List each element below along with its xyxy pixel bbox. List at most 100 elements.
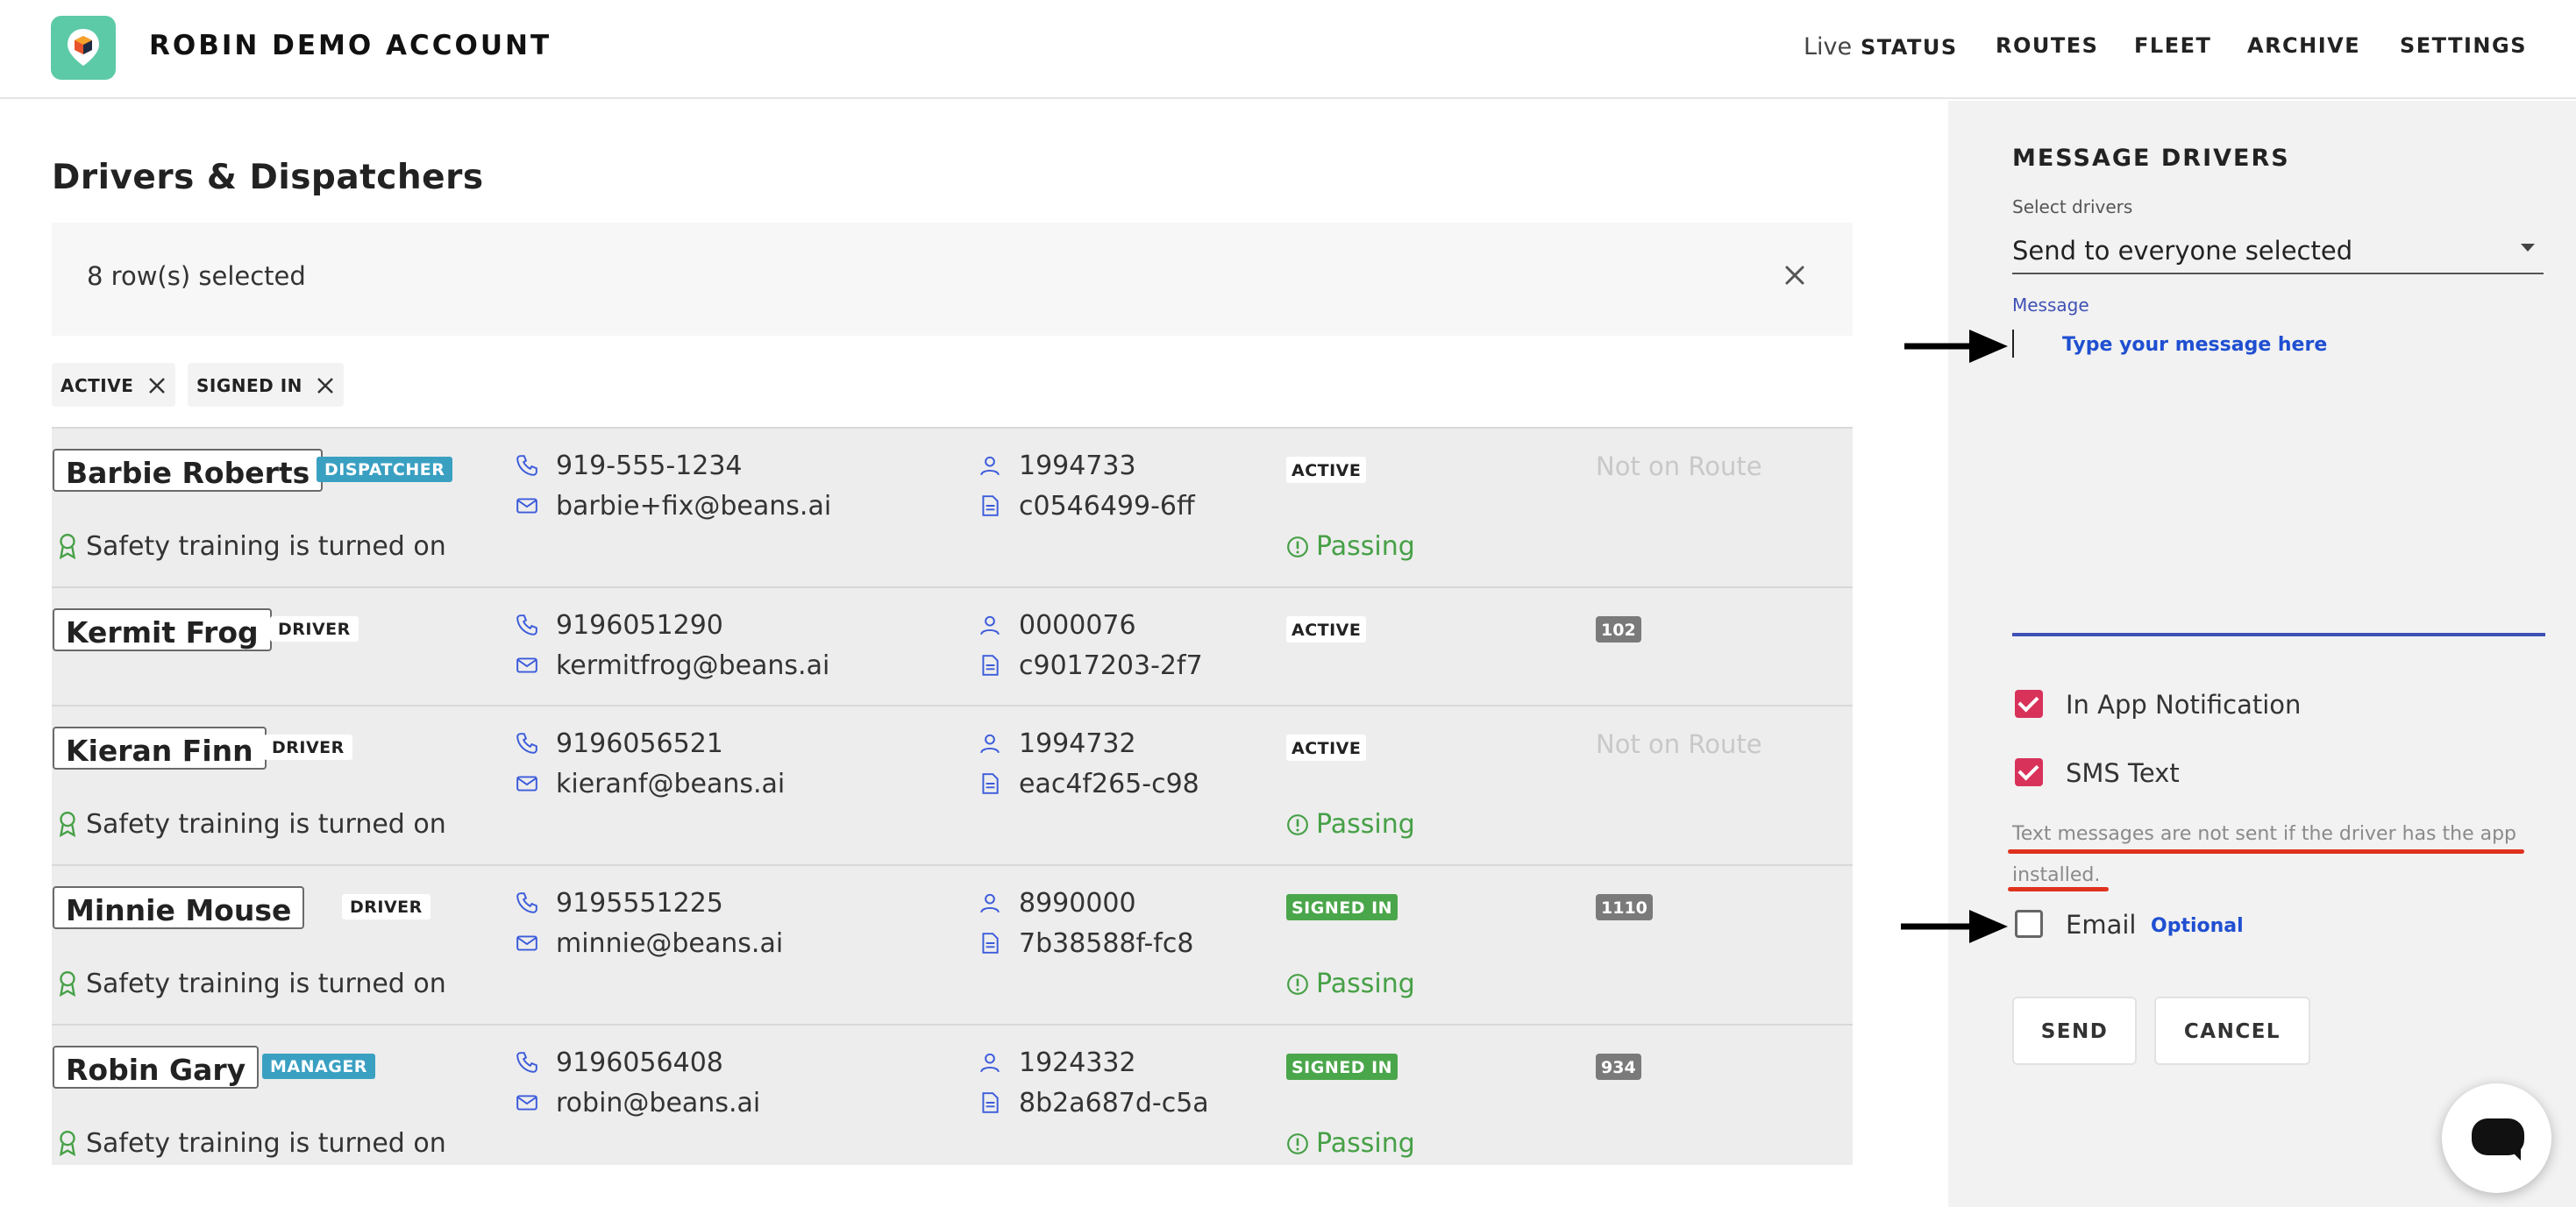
text-cursor [2012,330,2014,358]
phone-value: 919-555-1234 [556,451,743,481]
employee-id-field: 1994732 [978,728,1136,759]
device-id-field: eac4f265-c98 [978,769,1199,799]
email-value: kieranf@beans.ai [556,769,786,799]
driver-name[interactable]: Kermit Frog [53,608,272,651]
driver-name[interactable]: Barbie Roberts [53,449,324,492]
phone-field: 9196056408 [516,1047,723,1078]
select-drivers-value: Send to everyone selected [2012,236,2353,266]
safety-training-note: Safety training is turned on [56,969,446,999]
employee-id-value: 1994733 [1019,451,1136,481]
email-field: barbie+fix@beans.ai [516,491,831,522]
route-badge[interactable]: 102 [1596,616,1641,643]
passing-text: Passing [1316,531,1415,562]
driver-name[interactable]: Robin Gary [53,1046,260,1089]
passing-status: Passing [1286,809,1415,840]
table-row[interactable]: Kieran Finn DRIVER 9196056521 kieranf@be… [52,706,1853,866]
filter-chip-label: ACTIVE [60,375,134,396]
status-badge: ACTIVE [1286,616,1367,643]
message-placeholder: Type your message here [2062,334,2328,356]
phone-value: 9195551225 [556,888,723,919]
email-value: barbie+fix@beans.ai [556,491,832,522]
chat-icon-tail [2507,1147,2521,1161]
checkbox-unchecked-icon[interactable] [2015,910,2043,938]
status-badge: SIGNED IN [1286,894,1398,920]
mail-icon [516,498,537,514]
email-field: robin@beans.ai [516,1088,760,1118]
safety-training-text: Safety training is turned on [86,1128,446,1159]
arrow-right-icon [1904,330,2008,363]
close-icon[interactable] [147,376,167,395]
nav-routes[interactable]: ROUTES [1996,33,2098,58]
app-logo-icon[interactable] [51,16,116,80]
checkbox-checked-icon[interactable] [2015,690,2043,718]
select-drivers-dropdown[interactable]: Send to everyone selected [2012,231,2544,274]
send-button[interactable]: SEND [2012,997,2137,1065]
cancel-button[interactable]: CANCEL [2154,997,2310,1065]
nav-fleet[interactable]: FLEET [2134,33,2211,58]
passing-status: Passing [1286,1128,1415,1159]
close-icon[interactable] [316,376,335,395]
alert-circle-icon [1287,536,1308,557]
device-id-value: 8b2a687d-c5a [1019,1088,1209,1118]
nav-live-prefix: Live [1804,33,1853,60]
role-badge: DRIVER [270,616,359,642]
email-value: robin@beans.ai [556,1088,761,1118]
person-icon [980,1053,1000,1073]
phone-field: 9195551225 [516,888,723,919]
safety-training-text: Safety training is turned on [86,969,446,999]
message-drivers-panel: MESSAGE DRIVERS Select drivers Send to e… [1948,101,2576,1207]
filter-chip-active[interactable]: ACTIVE [52,363,175,407]
driver-name[interactable]: Kieran Finn [53,727,267,770]
device-id-field: c0546499-6ff [978,491,1195,522]
passing-text: Passing [1316,809,1415,840]
page-title: Drivers & Dispatchers [52,158,484,197]
mail-icon [516,657,537,673]
phone-icon [516,892,537,913]
nav-archive[interactable]: ARCHIVE [2247,33,2360,58]
selection-bar: 8 row(s) selected [52,223,1853,336]
annotation-underline [2008,887,2109,891]
email-field: kermitfrog@beans.ai [516,650,829,681]
checkbox-checked-icon[interactable] [2015,758,2043,786]
device-id-value: c9017203-2f7 [1019,650,1203,681]
email-field: kieranf@beans.ai [516,769,785,799]
driver-name[interactable]: Minnie Mouse [53,886,305,929]
document-icon [982,933,999,954]
table-row[interactable]: Kermit Frog DRIVER 9196051290 kermitfrog… [52,588,1853,706]
route-badge[interactable]: 934 [1596,1054,1641,1080]
close-icon[interactable] [1781,261,1809,289]
device-id-field: 8b2a687d-c5a [978,1088,1209,1118]
filter-chip-signed-in[interactable]: SIGNED IN [188,363,345,407]
message-textarea[interactable]: Type your message here [2012,323,2545,636]
chat-button[interactable] [2442,1083,2551,1193]
status-badge: ACTIVE [1286,457,1367,483]
sms-warning-text: Text messages are not sent if the driver… [2012,823,2517,886]
table-row[interactable]: Barbie Roberts DISPATCHER 919-555-1234 b… [52,429,1853,588]
phone-icon [516,614,537,635]
role-badge: DRIVER [342,894,431,919]
phone-value: 9196051290 [556,610,723,641]
account-title: ROBIN DEMO ACCOUNT [149,30,552,61]
document-icon [982,655,999,676]
award-icon [59,1130,76,1156]
employee-id-field: 1924332 [978,1047,1136,1078]
safety-training-text: Safety training is turned on [86,809,446,840]
route-badge[interactable]: 1110 [1596,894,1653,920]
nav-live-status-label: STATUS [1861,35,1958,60]
phone-value: 9196056521 [556,728,723,759]
phone-icon [516,733,537,754]
employee-id-field: 0000076 [978,610,1136,641]
employee-id-value: 8990000 [1019,888,1136,919]
person-icon [980,734,1000,754]
employee-id-value: 1924332 [1019,1047,1136,1078]
nav-settings[interactable]: SETTINGS [2400,33,2527,58]
table-row[interactable]: Minnie Mouse DRIVER 9195551225 minnie@be… [52,866,1853,1026]
email-field: minnie@beans.ai [516,928,783,959]
message-label: Message [2012,295,2089,316]
drivers-table: Barbie Roberts DISPATCHER 919-555-1234 b… [52,427,1853,1165]
table-row[interactable]: Robin Gary MANAGER 9196056408 robin@bean… [52,1026,1853,1165]
caret-down-icon [2521,244,2535,252]
nav-live-status[interactable]: Live STATUS [1804,33,1958,60]
email-optional-note: Optional [2151,915,2244,937]
award-icon [59,970,76,997]
